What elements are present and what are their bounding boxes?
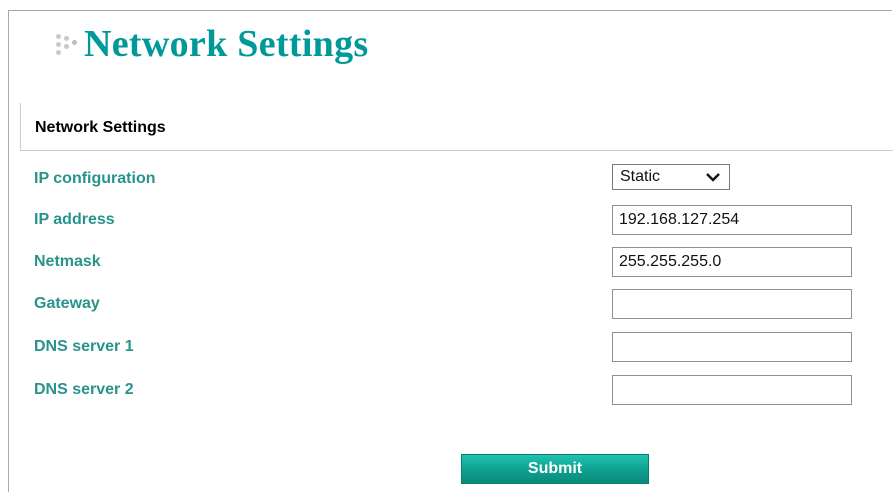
ip-address-field[interactable]: 192.168.127.254 — [612, 205, 852, 235]
dns-server-1-label: DNS server 1 — [34, 338, 134, 355]
dots-icon — [52, 30, 80, 58]
dns-server-2-row: DNS server 2 — [0, 375, 893, 407]
chevron-down-icon — [706, 173, 720, 182]
dns-server-2-field[interactable] — [612, 375, 852, 405]
gateway-row: Gateway — [0, 289, 893, 321]
page-header: Network Settings — [52, 22, 369, 66]
ip-configuration-label: IP configuration — [34, 170, 156, 187]
netmask-row: Netmask 255.255.255.0 — [0, 247, 893, 279]
dns-server-1-row: DNS server 1 — [0, 332, 893, 364]
dns-server-2-label: DNS server 2 — [34, 381, 134, 398]
ip-address-row: IP address 192.168.127.254 — [0, 205, 893, 237]
gateway-field[interactable] — [612, 289, 852, 319]
ip-configuration-row: IP configuration Static — [0, 164, 893, 196]
ip-configuration-select[interactable]: Static — [612, 164, 730, 190]
page-title: Network Settings — [84, 23, 369, 65]
section-title: Network Settings — [35, 119, 166, 136]
gateway-label: Gateway — [34, 295, 100, 312]
ip-configuration-value: Static — [620, 168, 661, 185]
netmask-field[interactable]: 255.255.255.0 — [612, 247, 852, 277]
netmask-label: Netmask — [34, 253, 101, 270]
section-header: Network Settings — [20, 103, 893, 151]
dns-server-1-field[interactable] — [612, 332, 852, 362]
ip-address-label: IP address — [34, 211, 115, 228]
submit-button[interactable]: Submit — [461, 454, 649, 484]
